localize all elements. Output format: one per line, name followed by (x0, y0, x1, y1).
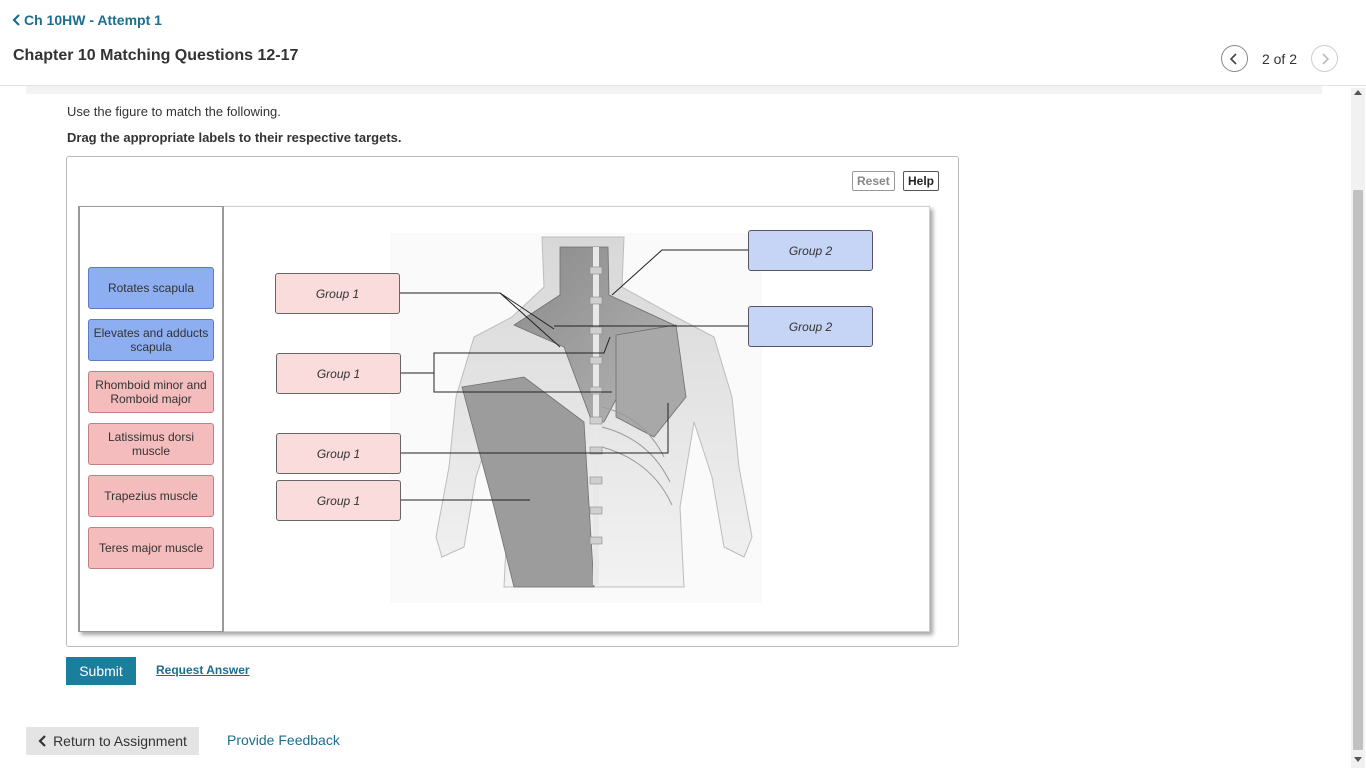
back-to-homework-link[interactable]: Ch 10HW - Attempt 1 (12, 12, 162, 28)
draggable-label[interactable]: Teres major muscle (88, 527, 214, 569)
scroll-down-arrow-icon[interactable] (1354, 757, 1362, 762)
chevron-right-icon (1321, 52, 1329, 65)
drop-target[interactable]: Group 1 (276, 353, 401, 394)
page-title: Chapter 10 Matching Questions 12-17 (13, 47, 299, 64)
instruction-bold-text: Drag the appropriate labels to their res… (67, 130, 402, 145)
draggable-label[interactable]: Rhomboid minor and Romboid major (88, 371, 214, 413)
pager: 2 of 2 (1220, 45, 1338, 72)
scroll-up-arrow-icon[interactable] (1354, 90, 1362, 95)
drop-target[interactable]: Group 1 (276, 433, 401, 474)
drop-target[interactable]: Group 1 (275, 273, 400, 314)
drop-target[interactable]: Group 2 (748, 306, 873, 347)
draggable-label[interactable]: Trapezius muscle (88, 475, 214, 517)
pager-text: 2 of 2 (1261, 50, 1297, 67)
instruction-text: Use the figure to match the following. (67, 104, 281, 119)
return-to-assignment-button[interactable]: Return to Assignment (26, 727, 199, 755)
submit-button[interactable]: Submit (66, 657, 136, 685)
return-label: Return to Assignment (53, 733, 187, 749)
previous-page-button[interactable] (1220, 45, 1248, 72)
draggable-label[interactable]: Rotates scapula (88, 267, 214, 309)
provide-feedback-link[interactable]: Provide Feedback (227, 732, 340, 748)
draggable-label[interactable]: Elevates and adducts scapula (88, 319, 214, 361)
chevron-left-icon (12, 14, 20, 26)
chevron-left-icon (38, 735, 46, 747)
back-link-label: Ch 10HW - Attempt 1 (24, 12, 162, 28)
next-page-button[interactable] (1311, 45, 1338, 72)
draggable-label[interactable]: Latissimus dorsi muscle (88, 423, 214, 465)
scroll-thumb[interactable] (1353, 190, 1363, 750)
drop-target[interactable]: Group 2 (748, 230, 873, 271)
help-button[interactable]: Help (903, 171, 940, 191)
drop-target[interactable]: Group 1 (276, 480, 401, 521)
reset-button[interactable]: Reset (852, 171, 895, 191)
page-scrollbar[interactable] (1351, 88, 1365, 768)
request-answer-link[interactable]: Request Answer (156, 663, 250, 677)
chevron-left-icon (1230, 52, 1238, 65)
content-top-band (26, 86, 1322, 94)
